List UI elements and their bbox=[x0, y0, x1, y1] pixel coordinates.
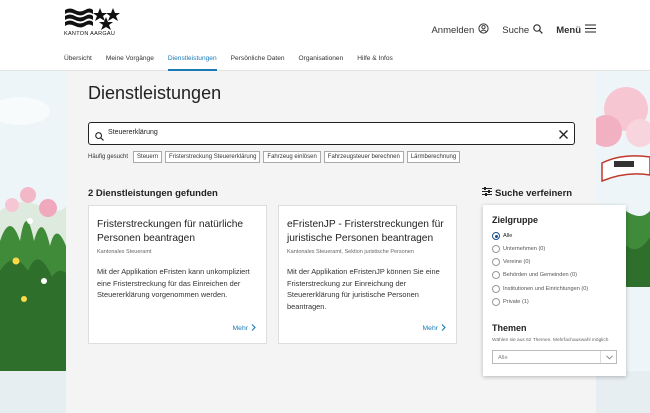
page-title: Dienstleistungen bbox=[88, 83, 222, 103]
chevron-right-icon bbox=[248, 324, 256, 333]
radio-icon bbox=[492, 285, 500, 293]
menu-button[interactable]: Menü bbox=[556, 24, 596, 36]
radio-vereine[interactable]: Vereine (0) bbox=[492, 258, 530, 266]
nav-services[interactable]: Dienstleistungen bbox=[167, 52, 217, 71]
radio-unternehmen[interactable]: Unternehmen (0) bbox=[492, 245, 545, 253]
radio-label: Vereine (0) bbox=[503, 259, 531, 265]
card-description: Mit der Applikation eFristenJP können Si… bbox=[287, 267, 440, 311]
header-search-button[interactable]: Suche bbox=[502, 23, 544, 37]
radio-icon bbox=[492, 271, 500, 279]
radio-label: Behörden und Gemeinden (0) bbox=[503, 272, 578, 278]
radio-label: Private (1) bbox=[503, 299, 529, 305]
site-header: KANTON AARGAU Anmelden Suche Menü Übersi… bbox=[0, 0, 650, 71]
search-value: Steuererklärung bbox=[108, 129, 158, 136]
user-login-icon bbox=[474, 23, 489, 37]
radio-icon bbox=[492, 298, 500, 306]
login-label: Anmelden bbox=[431, 24, 475, 36]
nav-overview[interactable]: Übersicht bbox=[64, 52, 92, 71]
themes-select[interactable]: Alle bbox=[492, 350, 617, 364]
chip-fahrzeugsteuer[interactable]: Fahrzeugsteuer berechnen bbox=[323, 151, 404, 163]
service-search-input[interactable]: Steuererklärung bbox=[88, 122, 575, 145]
chip-fristerstreckung[interactable]: Fristerstreckung Steuererklärung bbox=[165, 151, 261, 163]
chip-laermberechnung[interactable]: Lärmberechnung bbox=[406, 151, 461, 163]
refine-search-label: Suche verfeinern bbox=[495, 187, 573, 199]
card-organisation: Kantonales Steueramt, Sektion juristisch… bbox=[287, 249, 414, 255]
header-search-label: Suche bbox=[502, 24, 530, 36]
header-actions: Anmelden Suche Menü bbox=[418, 23, 596, 37]
card-title[interactable]: Fristerstreckungen für natürliche Person… bbox=[97, 218, 263, 246]
nav-organisations[interactable]: Organisationen bbox=[299, 52, 344, 71]
chip-steuern[interactable]: Steuern bbox=[133, 151, 163, 163]
menu-label: Menü bbox=[556, 24, 581, 36]
filter-sliders-icon bbox=[482, 187, 495, 199]
card-description: Mit der Applikation eFristen kann unkomp… bbox=[97, 267, 250, 299]
card-organisation: Kantonales Steueramt bbox=[97, 249, 152, 255]
chevron-down-icon bbox=[600, 351, 616, 363]
search-icon bbox=[529, 23, 544, 37]
chevron-right-icon bbox=[438, 324, 446, 333]
service-card[interactable]: Fristerstreckungen für natürliche Person… bbox=[88, 205, 267, 344]
logo-text: KANTON AARGAU bbox=[64, 31, 116, 37]
result-count: 2 Dienstleistungen gefunden bbox=[88, 188, 218, 199]
main-nav: Übersicht Meine Vorgänge Dienstleistunge… bbox=[64, 52, 407, 71]
decorative-illustration-left bbox=[0, 71, 66, 413]
radio-behoerden[interactable]: Behörden und Gemeinden (0) bbox=[492, 271, 577, 279]
radio-selected-icon bbox=[492, 232, 500, 240]
frequent-searches-label: Häufig gesucht bbox=[88, 154, 129, 160]
radio-label: Unternehmen (0) bbox=[503, 246, 546, 252]
radio-private[interactable]: Private (1) bbox=[492, 298, 529, 306]
themes-select-value: Alle bbox=[498, 355, 508, 361]
themes-heading: Themen bbox=[492, 323, 527, 333]
more-label: Mehr bbox=[232, 325, 249, 332]
radio-label: Alle bbox=[503, 233, 513, 239]
card-more-link[interactable]: Mehr bbox=[233, 324, 257, 333]
nav-my-processes[interactable]: Meine Vorgänge bbox=[106, 52, 154, 71]
nav-help[interactable]: Hilfe & Infos bbox=[357, 52, 393, 71]
nav-personal-data[interactable]: Persönliche Daten bbox=[231, 52, 285, 71]
service-card[interactable]: eFristenJP - Fristerstreckungen für juri… bbox=[278, 205, 457, 344]
radio-institutionen[interactable]: Institutionen und Einrichtungen (0) bbox=[492, 285, 588, 293]
radio-icon bbox=[492, 245, 500, 253]
card-more-link[interactable]: Mehr bbox=[423, 324, 447, 333]
radio-alle[interactable]: Alle bbox=[492, 232, 512, 240]
clear-search-icon[interactable] bbox=[558, 127, 569, 145]
hamburger-icon bbox=[581, 24, 596, 36]
refine-search-button[interactable]: Suche verfeinern bbox=[482, 187, 572, 199]
target-group-heading: Zielgruppe bbox=[492, 215, 539, 225]
frequent-searches: Häufig gesucht Steuern Fristerstreckung … bbox=[88, 151, 463, 163]
chip-fahrzeug-einloesen[interactable]: Fahrzeug einlösen bbox=[263, 151, 321, 163]
themes-hint: Wählen sie aus 62 Themen. Mehrfachauswah… bbox=[492, 338, 609, 343]
filter-panel: Zielgruppe Alle Unternehmen (0) Vereine … bbox=[483, 205, 626, 376]
search-icon bbox=[95, 128, 104, 146]
more-label: Mehr bbox=[422, 325, 439, 332]
radio-label: Institutionen und Einrichtungen (0) bbox=[503, 286, 589, 292]
card-title[interactable]: eFristenJP - Fristerstreckungen für juri… bbox=[287, 218, 453, 246]
login-button[interactable]: Anmelden bbox=[431, 23, 489, 37]
radio-icon bbox=[492, 258, 500, 266]
